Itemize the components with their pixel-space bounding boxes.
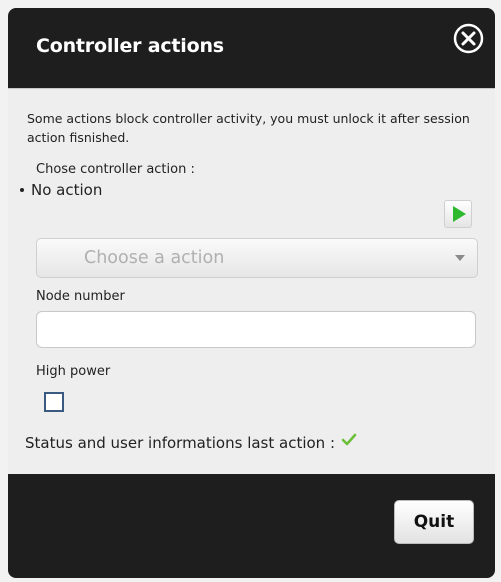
quit-button[interactable]: Quit bbox=[394, 500, 474, 544]
play-icon bbox=[453, 206, 466, 222]
high-power-label: High power bbox=[36, 364, 111, 379]
action-select[interactable]: Choose a action bbox=[36, 238, 478, 278]
node-number-label: Node number bbox=[36, 289, 125, 304]
dialog-header: Controller actions bbox=[8, 8, 495, 89]
controller-actions-dialog: Controller actions Some actions block co… bbox=[8, 8, 495, 578]
close-button[interactable] bbox=[453, 23, 484, 54]
current-action-text: No action bbox=[31, 181, 103, 199]
current-action-item: No action bbox=[20, 181, 102, 199]
status-label: Status and user informations last action… bbox=[25, 434, 336, 452]
action-select-placeholder: Choose a action bbox=[84, 248, 225, 268]
dialog-content: Some actions block controller activity, … bbox=[8, 89, 495, 474]
status-line: Status and user informations last action… bbox=[25, 433, 357, 453]
info-text: Some actions block controller activity, … bbox=[27, 111, 470, 145]
dialog-footer: Quit bbox=[8, 474, 495, 578]
chevron-down-icon bbox=[455, 255, 465, 261]
checkmark-icon bbox=[341, 433, 357, 451]
close-circle-icon bbox=[453, 23, 484, 54]
dialog-title: Controller actions bbox=[36, 35, 224, 57]
choose-action-label: Chose controller action : bbox=[36, 162, 195, 177]
node-number-input[interactable] bbox=[36, 311, 476, 348]
high-power-checkbox[interactable] bbox=[44, 392, 64, 412]
bullet-icon bbox=[20, 187, 24, 192]
run-action-button[interactable] bbox=[444, 200, 472, 228]
